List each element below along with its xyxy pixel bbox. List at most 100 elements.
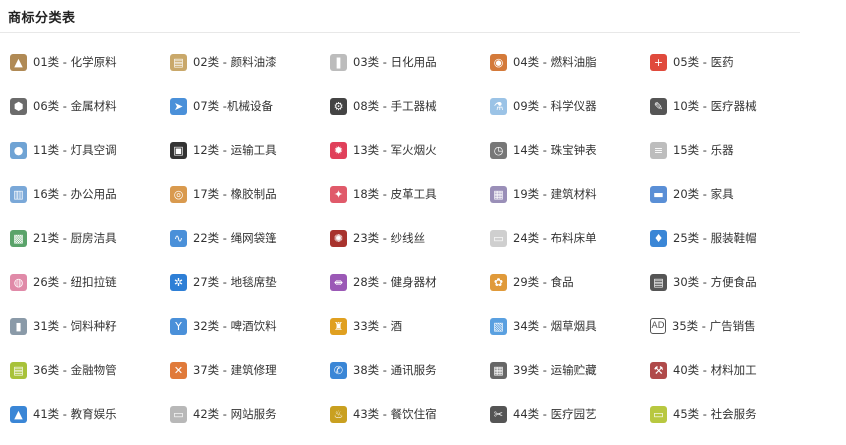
paint-can-icon: ▤ [170, 53, 187, 71]
category-item[interactable]: ▭ 45类 - 社会服务 [650, 396, 800, 432]
category-item[interactable]: ▤ 30类 - 方便食品 [650, 264, 800, 300]
category-item[interactable]: ✦ 18类 - 皮革工具 [330, 176, 490, 212]
category-label: 11类 - 灯具空调 [33, 142, 117, 157]
category-label: 26类 - 纽扣拉链 [33, 274, 117, 289]
category-item[interactable]: ◍ 26类 - 纽扣拉链 [10, 264, 170, 300]
category-item[interactable]: ⬢ 06类 - 金属材料 [10, 88, 170, 124]
category-label: 02类 - 颜料油漆 [193, 54, 277, 69]
category-item[interactable]: ✎ 10类 - 医疗器械 [650, 88, 800, 124]
category-item[interactable]: ◉ 04类 - 燃料油脂 [490, 44, 650, 80]
category-label: 30类 - 方便食品 [673, 274, 757, 289]
id-card-icon: ▭ [650, 405, 667, 423]
category-item[interactable]: ▭ 42类 - 网站服务 [170, 396, 330, 432]
microscope-icon: ✎ [650, 97, 667, 115]
page-title: 商标分类表 [8, 11, 76, 26]
dining-icon: ♨ [330, 405, 347, 423]
category-item[interactable]: ▲ 01类 - 化学原料 [10, 44, 170, 80]
category-label: 17类 - 橡胶制品 [193, 186, 277, 201]
category-item[interactable]: ▩ 21类 - 厨房洁具 [10, 220, 170, 256]
category-item[interactable]: ⚙ 08类 - 手工器械 [330, 88, 490, 124]
category-item[interactable]: ❚ 03类 - 日化用品 [330, 44, 490, 80]
bottles-icon: ❚ [330, 53, 347, 71]
category-item[interactable]: ✕ 37类 - 建筑修理 [170, 352, 330, 388]
clock-icon: ◷ [490, 141, 507, 159]
category-item[interactable]: +05类 - 医药 [650, 44, 800, 80]
category-item[interactable]: ∿ 22类 - 绳网袋篷 [170, 220, 330, 256]
category-item[interactable]: ▣ 12类 - 运输工具 [170, 132, 330, 168]
category-item[interactable]: ▤ 02类 - 颜料油漆 [170, 44, 330, 80]
graduation-cap-icon: ▲ [10, 405, 27, 423]
feed-bucket-icon: ▮ [10, 317, 27, 335]
category-item[interactable]: ✺ 23类 - 纱线丝 [330, 220, 490, 256]
category-label: 13类 - 军火烟火 [353, 142, 437, 157]
category-label: 03类 - 日化用品 [353, 54, 437, 69]
category-label: 06类 - 金属材料 [33, 98, 117, 113]
category-label: 41类 - 教育娱乐 [33, 406, 117, 421]
category-item[interactable]: ♨ 43类 - 餐饮住宿 [330, 396, 490, 432]
category-item[interactable]: ⚒ 40类 - 材料加工 [650, 352, 800, 388]
category-item[interactable]: ✹ 13类 - 军火烟火 [330, 132, 490, 168]
category-label: 45类 - 社会服务 [673, 406, 757, 421]
category-label: 18类 - 皮革工具 [353, 186, 437, 201]
category-item[interactable]: ✆ 38类 - 通讯服务 [330, 352, 490, 388]
category-label: 19类 - 建筑材料 [513, 186, 597, 201]
category-item[interactable]: ✲ 27类 - 地毯席垫 [170, 264, 330, 300]
cocktail-icon: Y [170, 317, 187, 335]
category-item[interactable]: ✿ 29类 - 食品 [490, 264, 650, 300]
category-label: 27类 - 地毯席垫 [193, 274, 277, 289]
category-label: 28类 - 健身器材 [353, 274, 437, 289]
category-item[interactable]: ♜ 33类 - 酒 [330, 308, 490, 344]
category-item[interactable]: ◎ 17类 - 橡胶制品 [170, 176, 330, 212]
category-label: 31类 - 饲料种籽 [33, 318, 117, 333]
category-item[interactable]: AD 35类 - 广告销售 [650, 308, 800, 344]
cookie-icon: ✿ [490, 273, 507, 291]
category-item[interactable]: ➤ 07类 -机械设备 [170, 88, 330, 124]
category-item[interactable]: ♦ 25类 - 服装鞋帽 [650, 220, 800, 256]
category-item[interactable]: ▦ 39类 - 运输贮藏 [490, 352, 650, 388]
category-label: 39类 - 运输贮藏 [513, 362, 597, 377]
category-label: 23类 - 纱线丝 [353, 230, 426, 245]
category-item[interactable]: ▧ 34类 - 烟草烟具 [490, 308, 650, 344]
category-item[interactable]: ◷ 14类 - 珠宝钟表 [490, 132, 650, 168]
category-label: 12类 - 运输工具 [193, 142, 277, 157]
category-item[interactable]: ⚗ 09类 - 科学仪器 [490, 88, 650, 124]
category-item[interactable]: ▦ 19类 - 建筑材料 [490, 176, 650, 212]
category-label: 32类 - 啤酒饮料 [193, 318, 277, 333]
building-icon: ▦ [490, 185, 507, 203]
category-label: 16类 - 办公用品 [33, 186, 117, 201]
monitor-icon: ▭ [170, 405, 187, 423]
category-item[interactable]: ⇼ 28类 - 健身器材 [330, 264, 490, 300]
ad-board-icon: AD [650, 318, 666, 334]
scissors-icon: ✂ [490, 405, 507, 423]
phone-icon: ✆ [330, 361, 347, 379]
category-label: 08类 - 手工器械 [353, 98, 437, 113]
category-item[interactable]: ▮ 31类 - 饲料种籽 [10, 308, 170, 344]
kitchen-icon: ▩ [10, 229, 27, 247]
dumbbell-icon: ⇼ [330, 273, 347, 291]
beaker-icon: ⚗ [490, 97, 507, 115]
money-stack-icon: ▤ [10, 361, 27, 379]
category-label: 36类 - 金融物管 [33, 362, 117, 377]
category-item[interactable]: ▤ 36类 - 金融物管 [10, 352, 170, 388]
category-label: 40类 - 材料加工 [673, 362, 757, 377]
category-label: 01类 - 化学原料 [33, 54, 117, 69]
machine-icon: ⚒ [650, 361, 667, 379]
category-item[interactable]: ▬ 20类 - 家具 [650, 176, 800, 212]
wine-bottle-icon: ♜ [330, 317, 347, 335]
category-item[interactable]: ✂ 44类 - 医疗园艺 [490, 396, 650, 432]
category-label: 29类 - 食品 [513, 274, 574, 289]
button-icon: ◍ [10, 273, 27, 291]
category-item[interactable]: ▥ 16类 - 办公用品 [10, 176, 170, 212]
tractor-tool-icon: ⚙ [330, 97, 347, 115]
category-label: 33类 - 酒 [353, 318, 403, 333]
category-item[interactable]: ● 11类 - 灯具空调 [10, 132, 170, 168]
carpet-icon: ✲ [170, 273, 187, 291]
trademark-classification-panel: 商标分类表 ▲ 01类 - 化学原料 ▤ 02类 - 颜料油漆 ❚ 03类 - 日化用品 ◉… [0, 0, 846, 445]
harmonica-icon: ≡ [650, 141, 667, 159]
category-label: 25类 - 服装鞋帽 [673, 230, 757, 245]
category-item[interactable]: ≡ 15类 - 乐器 [650, 132, 800, 168]
category-label: 14类 - 珠宝钟表 [513, 142, 597, 157]
category-item[interactable]: ▭ 24类 - 布料床单 [490, 220, 650, 256]
category-item[interactable]: ▲ 41类 - 教育娱乐 [10, 396, 170, 432]
category-item[interactable]: Y 32类 - 啤酒饮料 [170, 308, 330, 344]
